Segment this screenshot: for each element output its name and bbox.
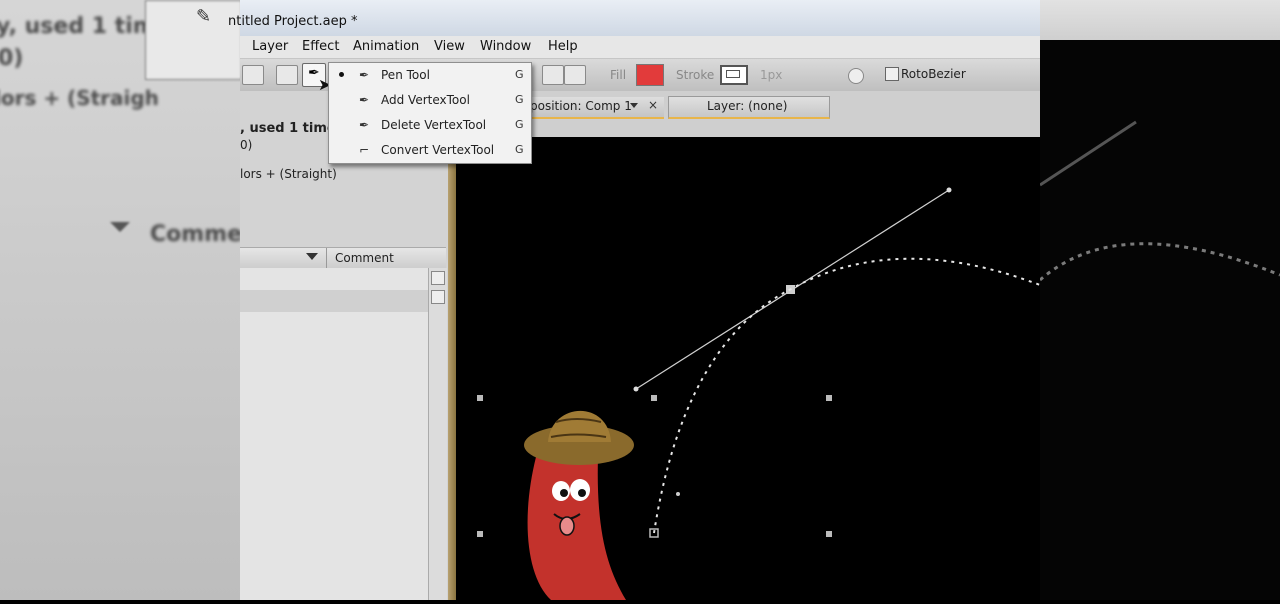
footage-colors-text: lors + (Straight): [240, 167, 337, 181]
column-divider: [326, 248, 327, 268]
footage-size-text: 0): [240, 138, 253, 152]
stroke-label: Stroke: [676, 68, 715, 82]
handle-point: [633, 386, 639, 392]
backdrop-text: Comment: [150, 222, 240, 247]
menu-effect[interactable]: Effect: [302, 39, 339, 54]
pin-tool-icon[interactable]: [564, 65, 586, 85]
backdrop-text: lors + (Straigh: [0, 86, 159, 110]
layer-handle: [826, 395, 832, 401]
add-vertex-icon: ✒: [359, 93, 370, 107]
stroke-color-swatch[interactable]: [720, 65, 748, 85]
menu-animation[interactable]: Animation: [353, 39, 419, 54]
rectangle-tool-icon[interactable]: [276, 65, 298, 85]
menu-item-delete-vertex-tool[interactable]: ✒ Delete VertexTool G: [329, 113, 531, 138]
panel-divider[interactable]: [448, 137, 456, 600]
backdrop-zoom-panel: y, used 1 time 0) lors + (Straigh Commen…: [0, 0, 240, 600]
composition-canvas[interactable]: [456, 137, 1041, 600]
tab-layer[interactable]: Layer: (none): [668, 96, 830, 119]
project-columns-header: Comment: [240, 247, 446, 269]
menu-layer[interactable]: Layer: [252, 39, 288, 54]
grid-tool-icon[interactable]: [242, 65, 264, 85]
fill-color-swatch[interactable]: [636, 64, 664, 86]
project-scrollbar[interactable]: [428, 268, 447, 600]
flowchart-icon[interactable]: [431, 290, 445, 304]
pen-tool-flyout-menu: ✒ Pen Tool G ✒ Add VertexTool G ✒ Delete…: [328, 62, 532, 164]
handle-point: [946, 187, 952, 193]
menu-item-convert-vertex-tool[interactable]: ⌐ Convert VertexTool G: [329, 138, 531, 163]
backdrop-path-svg: [1039, 120, 1280, 282]
menu-view[interactable]: View: [434, 39, 465, 54]
settings-icon[interactable]: [431, 271, 445, 285]
menu-help[interactable]: Help: [548, 39, 578, 54]
project-item-list[interactable]: [240, 268, 428, 600]
menu-item-add-vertex-tool[interactable]: ✒ Add VertexTool G: [329, 88, 531, 113]
rotobezier-label: RotoBezier: [901, 67, 966, 81]
layer-handle: [826, 531, 832, 537]
menu-item-pen-tool[interactable]: ✒ Pen Tool G: [329, 63, 531, 88]
backdrop-comp-extension: [1039, 40, 1280, 600]
comment-column-header[interactable]: Comment: [335, 251, 394, 265]
title-bar: ✎ ntitled Project.aep *: [196, 0, 1040, 36]
menu-bar: Layer Effect Animation View Window Help: [240, 36, 1040, 59]
close-icon[interactable]: ×: [648, 98, 658, 112]
delete-vertex-icon: ✒: [359, 118, 370, 132]
layer-tab-label: Layer: (none): [707, 99, 788, 113]
chevron-down-icon[interactable]: [630, 103, 638, 108]
sausage-character: [524, 410, 634, 600]
composition-viewer[interactable]: [456, 137, 1041, 600]
puppet-tool-icon[interactable]: [542, 65, 564, 85]
chevron-down-icon[interactable]: [306, 253, 318, 260]
mask-path: [653, 257, 1041, 534]
composition-tab-label: position: Comp 1: [530, 99, 632, 113]
backdrop-top-right: [1040, 0, 1280, 40]
stroke-width-label: 1px: [760, 68, 783, 82]
path-point: [676, 492, 680, 496]
backdrop-text: 0): [0, 46, 24, 71]
menu-window[interactable]: Window: [480, 39, 531, 54]
layer-handle: [651, 395, 657, 401]
rotobezier-checkbox[interactable]: [885, 67, 899, 81]
backdrop-menu-ghost: [145, 0, 240, 80]
list-item[interactable]: [240, 290, 428, 312]
window-title: ntitled Project.aep *: [228, 14, 358, 29]
layer-handle: [477, 531, 483, 537]
tab-composition[interactable]: position: Comp 1 ×: [526, 97, 664, 119]
play-icon[interactable]: [848, 68, 864, 84]
selected-bullet-icon: [339, 72, 344, 77]
pen-cursor-icon: ✎: [196, 6, 212, 27]
layer-handle: [477, 395, 483, 401]
fill-label: Fill: [610, 68, 627, 82]
pen-icon: ✒: [359, 68, 370, 82]
chevron-down-icon: [110, 222, 130, 232]
footage-usage-text: , used 1 time: [240, 121, 336, 136]
convert-vertex-icon: ⌐: [359, 143, 370, 157]
